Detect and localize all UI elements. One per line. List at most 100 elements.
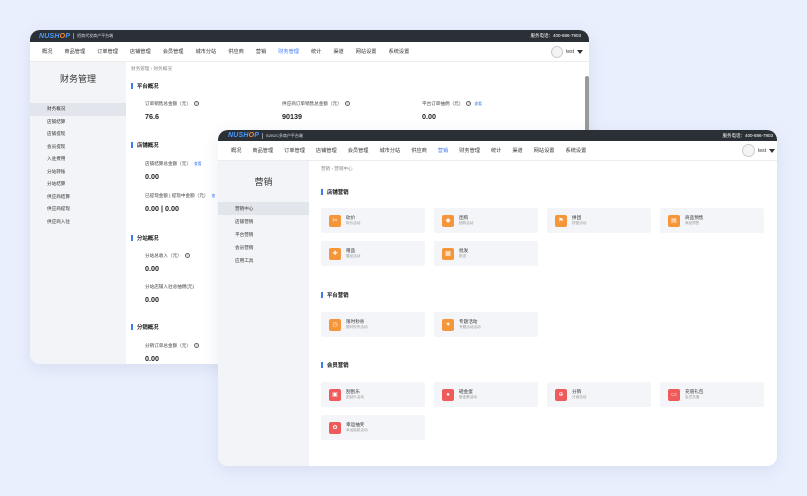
marketing-card[interactable]: ● 砸金蛋 砸金蛋活动 — [434, 382, 538, 407]
marketing-card[interactable]: ♥ 专题活动 专题活动活动 — [434, 312, 538, 337]
avatar — [741, 144, 755, 157]
sidebar-item[interactable]: 财务概况 — [30, 103, 126, 116]
wholesale-icon: ▦ — [442, 247, 454, 260]
section-title: 会员营销 — [321, 361, 349, 369]
help-icon[interactable]: ? — [193, 101, 199, 106]
nav-item-active[interactable]: 财务管理 — [278, 48, 299, 55]
presale-icon: ▤ — [668, 214, 680, 227]
nav-item[interactable]: 城市分站 — [379, 147, 400, 154]
sidebar-item[interactable]: 平台营销 — [218, 228, 309, 241]
nav-item[interactable]: 网站设置 — [356, 48, 377, 55]
bargain-icon: ✂ — [329, 214, 341, 227]
main-nav: 概况 商品管理 订单管理 店铺管理 会员管理 城市分站 供应商 营销 财务管理 … — [30, 42, 589, 62]
card-desc: 会员充值 — [685, 395, 700, 399]
metric-label: 订单销售总金额（元）? — [145, 101, 199, 106]
view-link[interactable]: 查看 — [474, 102, 482, 106]
logo: NUSHOP — [228, 132, 260, 139]
nav-item[interactable]: 概况 — [231, 147, 241, 154]
section-title: 平台营销 — [321, 291, 349, 299]
sidebar-item[interactable]: 店铺提现 — [30, 128, 126, 141]
platform-subtitle: 招商代发商户平台端 — [77, 33, 114, 38]
nav-item[interactable]: 财务管理 — [459, 147, 480, 154]
marketing-card[interactable]: ▭ 充值礼包 会员充值 — [660, 382, 764, 407]
sidebar-item[interactable]: 店铺营销 — [218, 215, 309, 228]
gift-icon: ✚ — [329, 247, 341, 260]
lottery-icon: ✿ — [329, 421, 341, 434]
nav-item[interactable]: 统计 — [311, 48, 321, 55]
section-title: 分站概况 — [131, 234, 159, 242]
nav-item[interactable]: 营销 — [256, 48, 266, 55]
scratch-icon: ▣ — [329, 388, 341, 401]
user-menu[interactable]: test — [550, 46, 583, 58]
marketing-card[interactable]: ◷ 限时秒杀 限时秒杀活动 — [321, 312, 425, 337]
nav-item[interactable]: 会员管理 — [163, 48, 184, 55]
marketing-card[interactable]: ⊕ 分销 分销活动 — [547, 382, 651, 407]
nav-item[interactable]: 系统设置 — [389, 48, 410, 55]
nav-item[interactable]: 渠道 — [333, 48, 343, 55]
card-desc: 商品预售 — [685, 221, 700, 225]
nav-item[interactable]: 渠道 — [512, 147, 522, 154]
nav-item[interactable]: 概况 — [42, 48, 52, 55]
platform-subtitle: B2B2C多商户平台端 — [266, 132, 303, 138]
card-desc: 砸金蛋活动 — [459, 395, 477, 399]
metric-label: 供应商订单销售总金额（元）? — [282, 101, 350, 106]
nav-item-active[interactable]: 营销 — [438, 147, 448, 154]
metric-value: 0.00 — [422, 112, 436, 121]
sidebar-item[interactable]: 会员提现 — [30, 141, 126, 154]
sidebar-item[interactable]: 分站结算 — [30, 178, 126, 191]
marketing-card[interactable]: ▦ 批发 批发 — [434, 241, 538, 266]
metric-value: 0.00 — [145, 172, 159, 181]
nav-item[interactable]: 会员管理 — [348, 147, 369, 154]
section-title: 平台概况 — [131, 82, 159, 90]
user-menu[interactable]: test — [741, 144, 775, 157]
sidebar-item[interactable]: 供应商入驻 — [30, 216, 126, 229]
card-desc: 刮刮乐活动 — [346, 395, 364, 399]
nav-item[interactable]: 订单管理 — [284, 147, 305, 154]
nav-item[interactable]: 店铺管理 — [130, 48, 151, 55]
nav-item[interactable]: 订单管理 — [97, 48, 118, 55]
hotline: 服务电话：400-886-7903 — [530, 33, 581, 38]
sidebar-item[interactable]: 入驻费用 — [30, 153, 126, 166]
card-desc: 批发 — [459, 254, 467, 258]
sidebar-item[interactable]: 应用工具 — [218, 254, 309, 267]
card-desc: 专题活动活动 — [459, 325, 481, 329]
section-title: 店铺营销 — [321, 188, 349, 196]
nav-item[interactable]: 统计 — [491, 147, 501, 154]
marketing-card[interactable]: ✿ 幸运抽奖 幸运抽奖活动 — [321, 415, 425, 440]
marketing-card[interactable]: ✚ 赠品 赠品活动 — [321, 241, 425, 266]
section-title: 店铺概况 — [131, 141, 159, 149]
top-bar: NUSHOP 招商代发商户平台端 服务电话：400-886-7903 — [30, 30, 589, 42]
view-link[interactable]: 查 — [211, 194, 215, 198]
nav-item[interactable]: 城市分站 — [195, 48, 216, 55]
sidebar-item[interactable]: 店铺结算 — [30, 116, 126, 129]
sidebar-item[interactable]: 供应商提现 — [30, 203, 126, 216]
help-icon[interactable]: ? — [193, 343, 199, 348]
nav-item[interactable]: 供应商 — [228, 48, 244, 55]
card-desc: 拼团活动 — [572, 221, 587, 225]
help-icon[interactable]: ? — [184, 253, 190, 258]
recharge-icon: ▭ — [668, 388, 680, 401]
nav-item[interactable]: 网站设置 — [534, 147, 555, 154]
username: test — [757, 147, 766, 154]
help-icon[interactable]: ? — [466, 101, 472, 106]
view-link[interactable]: 查看 — [194, 162, 202, 166]
sidebar-title: 营销 — [254, 177, 273, 187]
nav-item[interactable]: 店铺管理 — [316, 147, 337, 154]
sidebar-item[interactable]: 分站转账 — [30, 166, 126, 179]
metric-label: 平台订单抽佣（元）? 查看 — [422, 101, 482, 106]
nav-item[interactable]: 系统设置 — [566, 147, 587, 154]
marketing-card[interactable]: ◆ 团购 团购活动 — [434, 208, 538, 233]
top-bar: NUSHOP B2B2C多商户平台端 服务电话：400-886-7903 — [218, 130, 777, 141]
marketing-card[interactable]: ✂ 砍价 砍价活动 — [321, 208, 425, 233]
sidebar-item[interactable]: 营销中心 — [218, 202, 309, 215]
metric-value: 0.00 — [145, 264, 159, 273]
nav-item[interactable]: 商品管理 — [252, 147, 273, 154]
nav-item[interactable]: 供应商 — [411, 147, 427, 154]
marketing-card[interactable]: ▤ 商品预售 商品预售 — [660, 208, 764, 233]
sidebar-item[interactable]: 会员营销 — [218, 241, 309, 254]
marketing-card[interactable]: ⚑ 拼团 拼团活动 — [547, 208, 651, 233]
marketing-card[interactable]: ▣ 刮刮乐 刮刮乐活动 — [321, 382, 425, 407]
sidebar-item[interactable]: 供应商结算 — [30, 191, 126, 204]
help-icon[interactable]: ? — [344, 101, 350, 106]
nav-item[interactable]: 商品管理 — [64, 48, 85, 55]
